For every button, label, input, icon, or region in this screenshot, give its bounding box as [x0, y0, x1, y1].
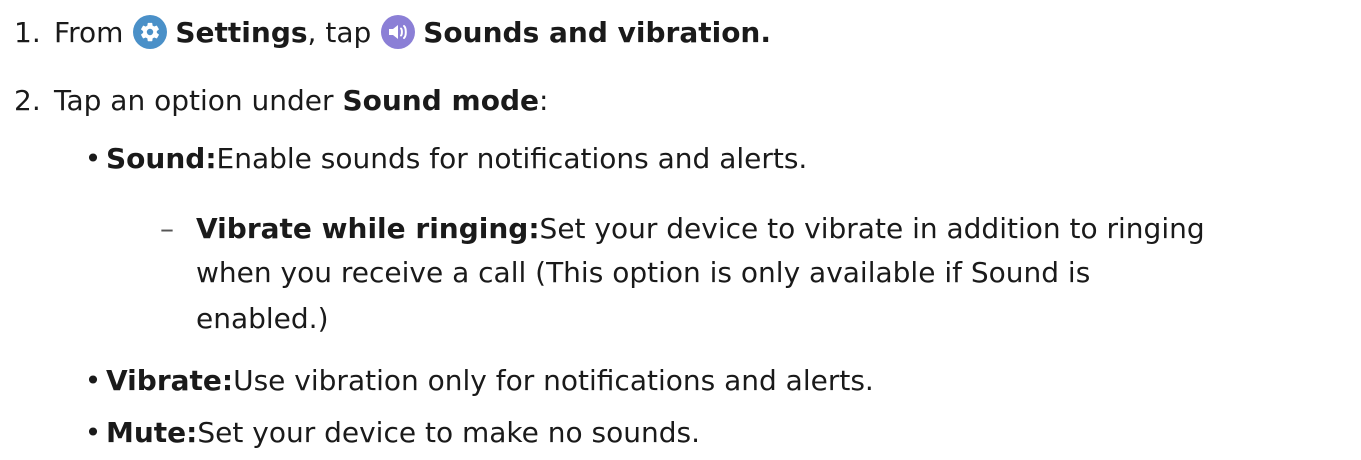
sounds-and-vibration-label: Sounds and vibration. — [423, 15, 771, 49]
step-2-colon: : — [538, 83, 549, 117]
option-label: Mute: — [106, 415, 198, 449]
option-label: Vibrate: — [106, 363, 234, 397]
sub-option-line-3: enabled.) — [196, 298, 329, 338]
sub-option-text-line1: Set your device to vibrate in addition t… — [539, 211, 1205, 245]
option-vibrate: • Vibrate: Use vibration only for notifi… — [80, 360, 874, 400]
sub-option-text-line2: when you receive a call (This option is … — [196, 255, 1091, 289]
dash: – — [160, 211, 174, 245]
option-text: Use vibration only for notifications and… — [233, 363, 874, 397]
sub-option-text-line3: enabled.) — [196, 301, 329, 335]
step-number: 2. — [14, 83, 41, 117]
bullet: • — [84, 141, 102, 175]
option-sound: • Sound: Enable sounds for notifications… — [80, 138, 808, 178]
step-2-text: Tap an option under — [54, 83, 334, 117]
sub-option-vibrate-while-ringing: – Vibrate while ringing: Set your device… — [160, 208, 1205, 248]
speaker-icon — [381, 15, 416, 49]
step-2: 2. Tap an option under Sound mode: — [14, 80, 548, 120]
option-label: Sound: — [106, 141, 217, 175]
tap-text: , tap — [307, 15, 372, 49]
sub-option-label: Vibrate while ringing: — [196, 211, 540, 245]
step-1: 1. From Settings , tap Sounds and vibrat… — [14, 12, 771, 52]
settings-label: Settings — [175, 15, 308, 49]
option-mute: • Mute: Set your device to make no sound… — [80, 412, 700, 452]
bullet: • — [84, 415, 102, 449]
sound-mode-label: Sound mode — [342, 83, 539, 117]
bullet: • — [84, 363, 102, 397]
step-number: 1. — [14, 15, 41, 49]
option-text: Set your device to make no sounds. — [197, 415, 701, 449]
sub-option-line-2: when you receive a call (This option is … — [196, 252, 1090, 292]
gear-icon — [133, 15, 168, 49]
option-text: Enable sounds for notifications and aler… — [216, 141, 808, 175]
from-text: From — [54, 15, 124, 49]
